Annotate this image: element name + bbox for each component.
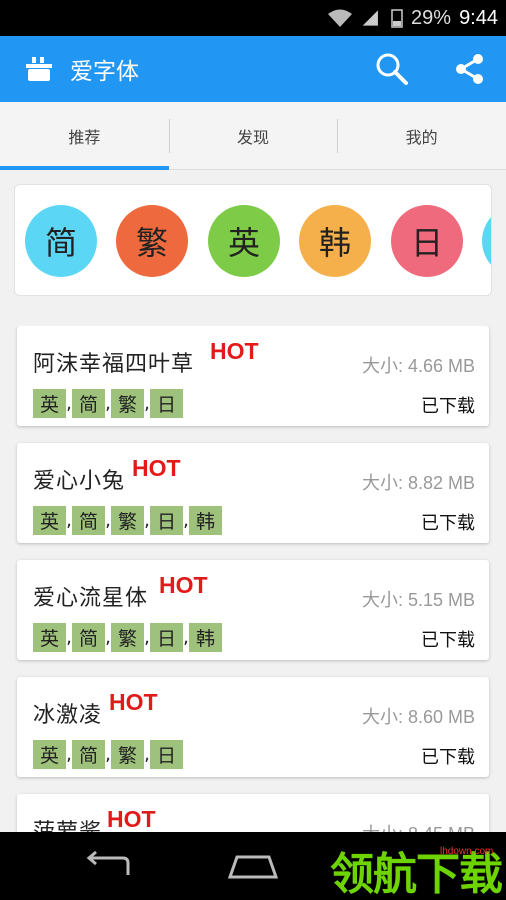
language-tag: 简: [72, 389, 105, 418]
language-tag: 日: [150, 389, 183, 418]
tab-discover[interactable]: 发现: [168, 102, 338, 169]
back-button[interactable]: [68, 844, 148, 888]
status-bar: 29% 9:44: [0, 0, 506, 36]
home-icon: [227, 855, 279, 879]
language-filter-4[interactable]: 日: [391, 205, 463, 277]
font-list: 阿沫幸福四叶草 HOT 大小: 4.66 MB 英, 简, 繁, 日已下载 爱心小兔 HOT 大小…: [0, 326, 506, 832]
app-title: 爱字体: [70, 59, 139, 85]
font-card[interactable]: 爱心流星体 HOT 大小: 5.15 MB 英, 简, 繁, 日, 韩 已下载: [17, 560, 489, 660]
download-status[interactable]: 已下载: [421, 626, 475, 652]
wifi-icon: [328, 9, 353, 27]
language-tags: 英,简,繁,日,韩: [33, 623, 222, 652]
language-tag: 日: [150, 623, 183, 652]
tab-mine[interactable]: 我的: [337, 102, 506, 169]
font-card[interactable]: 爱心小兔 HOT 大小: 8.82 MB 英, 简, 繁, 日, 韩 已下载: [17, 443, 489, 543]
font-card[interactable]: 菠萝酱 HOT 大小: 8.45 MB: [17, 794, 489, 832]
language-filter-1[interactable]: 繁: [116, 205, 188, 277]
app-logo-icon: [26, 57, 52, 81]
tab-recommend[interactable]: 推荐: [0, 102, 169, 170]
font-name: 爱心小兔: [33, 469, 126, 494]
font-size-label: 大小: 4.66 MB: [361, 356, 475, 376]
download-status[interactable]: 已下载: [421, 743, 475, 769]
language-filter-2[interactable]: 英: [208, 205, 280, 277]
download-status[interactable]: 已下载: [421, 509, 475, 535]
language-tag: 繁: [111, 740, 144, 769]
language-tags: 英,简,繁,日: [33, 389, 183, 418]
watermark-url: lhdown.com: [440, 846, 494, 857]
hot-badge: HOT: [159, 572, 208, 598]
share-icon: [456, 54, 483, 84]
language-tag: 日: [150, 740, 183, 769]
language-tag: 英: [33, 389, 66, 418]
language-tag: 简: [72, 506, 105, 535]
language-tag: 英: [33, 740, 66, 769]
font-size-label: 大小: 8.60 MB: [361, 707, 475, 727]
language-tag: 繁: [111, 506, 144, 535]
font-name: 阿沫幸福四叶草: [33, 352, 195, 377]
app-bar: 爱字体: [0, 36, 506, 102]
language-filter-card: 简繁英韩日: [14, 184, 492, 296]
download-status[interactable]: 已下载: [421, 392, 475, 418]
clock: 9:44: [459, 6, 498, 29]
battery-icon: [391, 9, 403, 28]
search-icon: [376, 53, 408, 85]
search-button[interactable]: [362, 39, 422, 99]
language-tag: 韩: [189, 506, 222, 535]
back-icon: [86, 851, 130, 875]
language-tag: 繁: [111, 389, 144, 418]
tab-bar: 推荐 发现 我的: [0, 102, 506, 170]
language-filter-5[interactable]: [482, 205, 491, 277]
font-card[interactable]: 阿沫幸福四叶草 HOT 大小: 4.66 MB 英, 简, 繁, 日 已下载: [17, 326, 489, 426]
hot-badge: HOT: [132, 455, 181, 481]
home-button[interactable]: [213, 844, 293, 888]
hot-badge: HOT: [109, 689, 158, 715]
font-name: 爱心流星体: [33, 586, 149, 611]
font-size-label: 大小: 8.45 MB: [362, 820, 475, 832]
language-tag: 日: [150, 506, 183, 535]
font-size-label: 大小: 5.15 MB: [361, 590, 475, 610]
font-name: 冰激凌: [33, 703, 103, 728]
language-tag: 英: [33, 506, 66, 535]
hot-badge: HOT: [210, 338, 259, 364]
language-tags: 英,简,繁,日: [33, 740, 183, 769]
language-tag: 简: [72, 740, 105, 769]
font-size-label: 大小: 8.82 MB: [361, 473, 475, 493]
language-tag: 简: [72, 623, 105, 652]
font-name: 菠萝酱: [33, 814, 102, 832]
language-tag: 繁: [111, 623, 144, 652]
language-filter-0[interactable]: 简: [25, 205, 97, 277]
signal-icon: [362, 10, 378, 26]
share-button[interactable]: [440, 39, 500, 99]
hot-badge: HOT: [107, 806, 156, 832]
language-filter-3[interactable]: 韩: [299, 205, 371, 277]
language-tag: 韩: [189, 623, 222, 652]
language-tags: 英,简,繁,日,韩: [33, 506, 222, 535]
language-tag: 英: [33, 623, 66, 652]
battery-percent: 29%: [411, 6, 452, 29]
font-card[interactable]: 冰激凌 HOT 大小: 8.60 MB 英, 简, 繁, 日 已下载: [17, 677, 489, 777]
